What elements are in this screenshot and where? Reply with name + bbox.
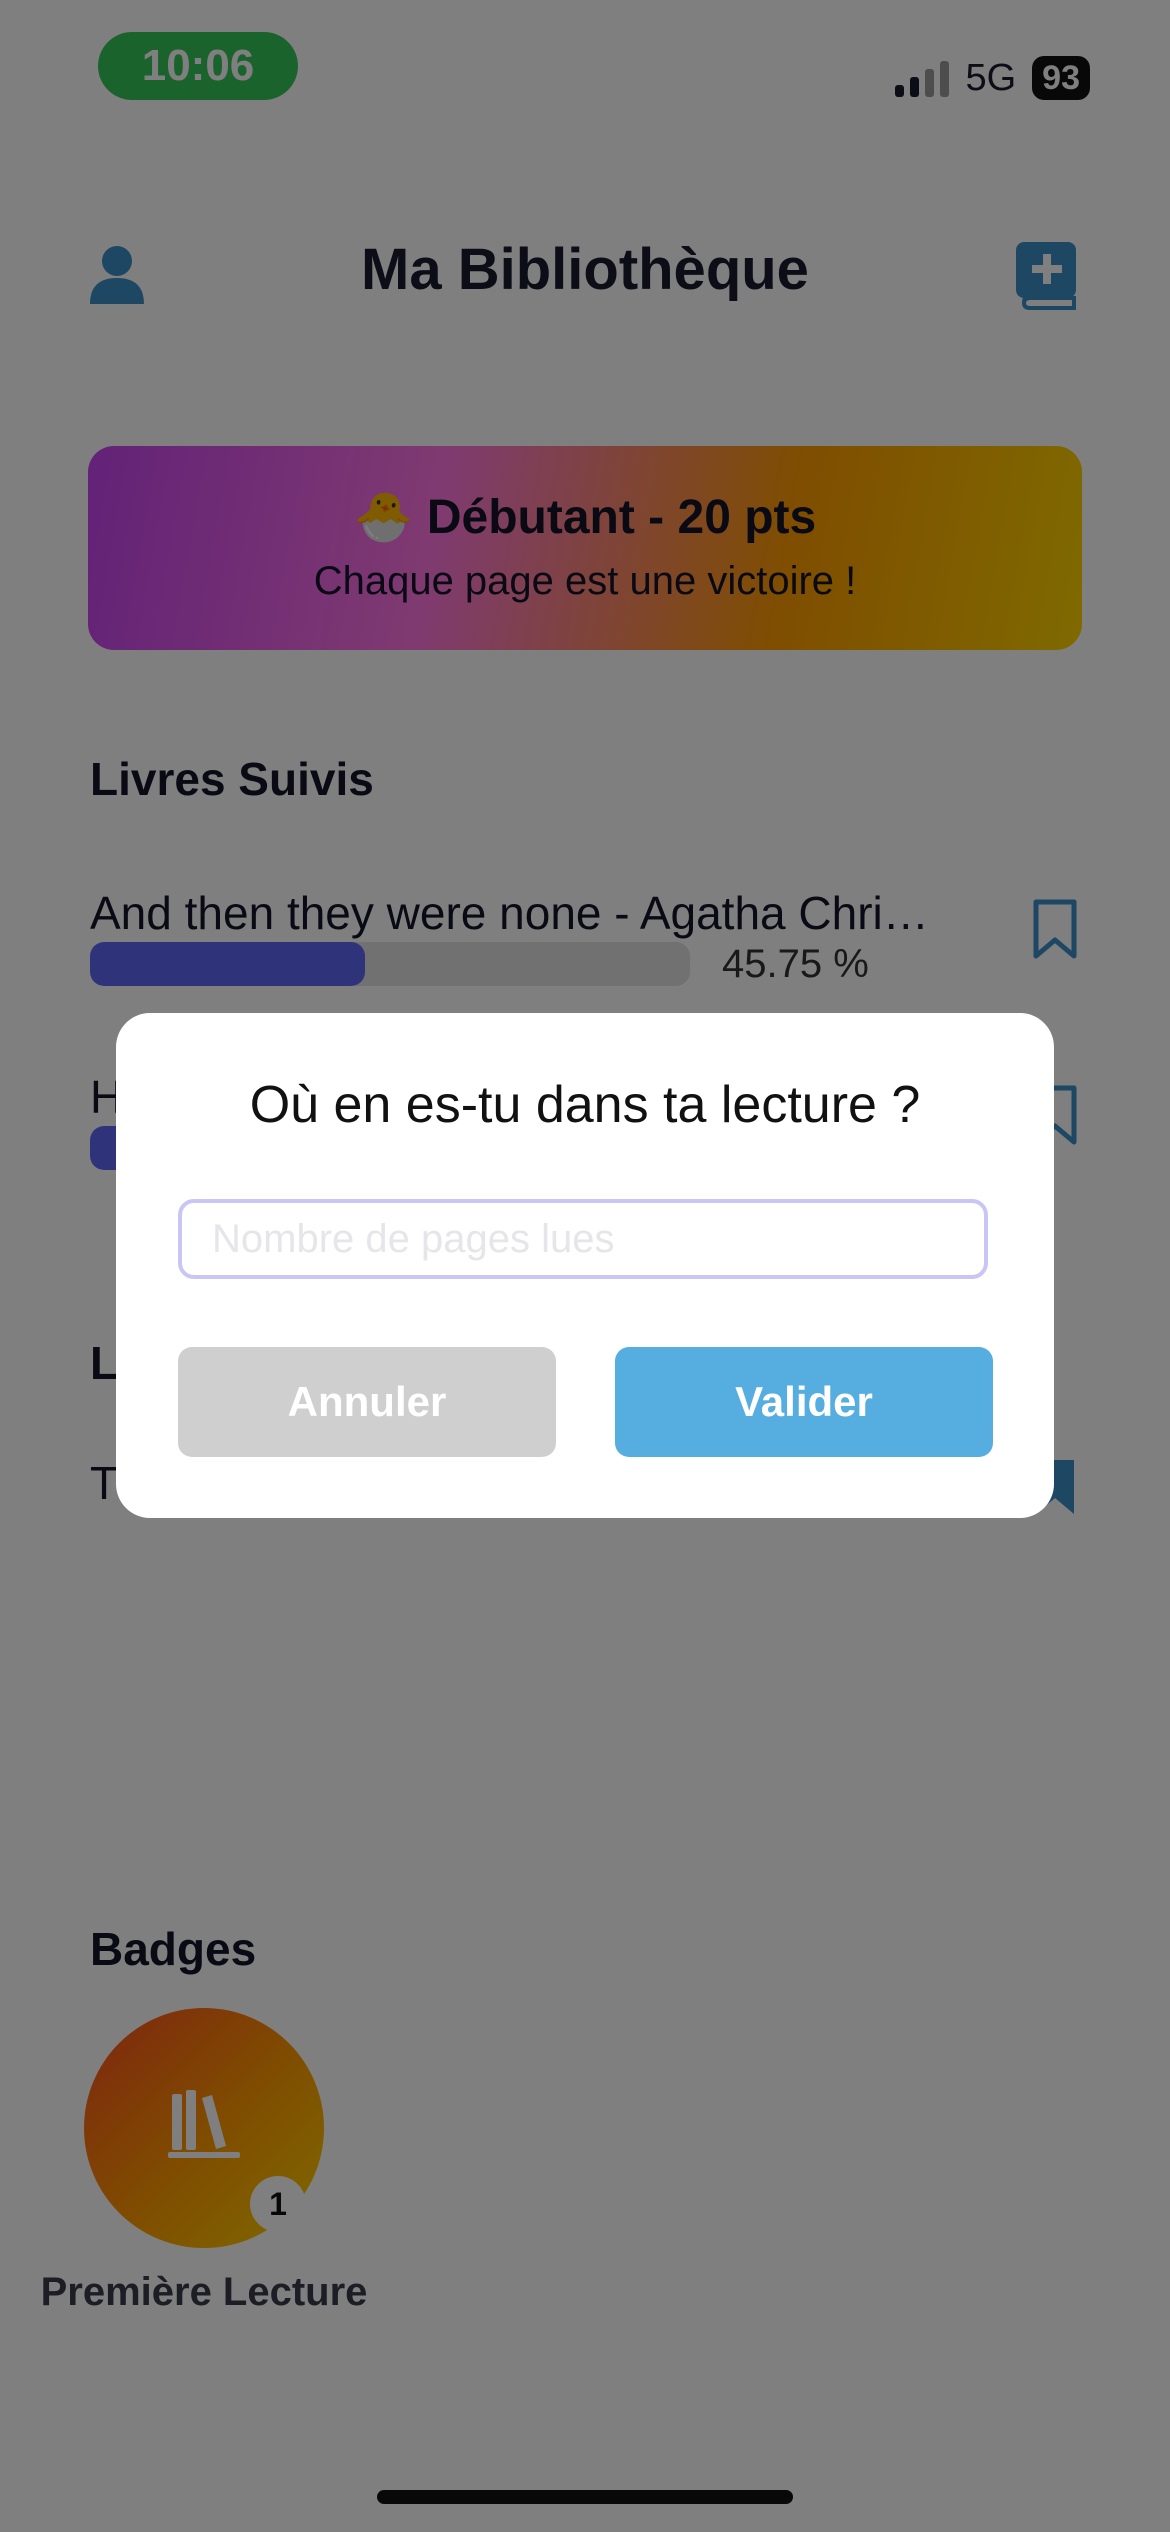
confirm-button[interactable]: Valider: [615, 1347, 993, 1457]
cancel-button[interactable]: Annuler: [178, 1347, 556, 1457]
dialog-title: Où en es-tu dans ta lecture ?: [249, 1076, 921, 1134]
reading-progress-dialog: Où en es-tu dans ta lecture ? Annuler Va…: [116, 1013, 1054, 1518]
library-screen: 10:06 5G 93 Ma Bibliothèque 🐣 Débutant -…: [0, 0, 1170, 2532]
pages-read-input[interactable]: [178, 1199, 988, 1279]
